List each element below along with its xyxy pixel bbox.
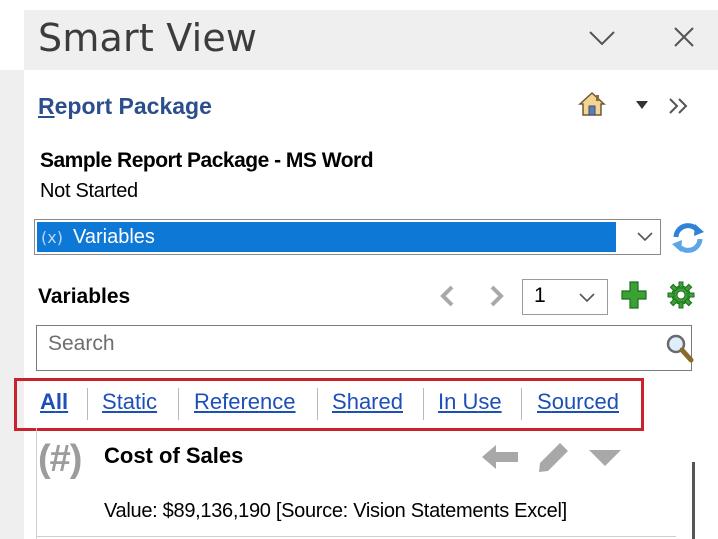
close-icon[interactable] [668, 22, 700, 52]
pane-left-border [0, 70, 24, 539]
card-bottom-divider [36, 536, 676, 537]
arrow-left-icon[interactable] [480, 442, 520, 472]
tab-all[interactable]: All [40, 389, 68, 415]
variable-value: Value: $89,136,190 [Source: Vision State… [104, 500, 567, 522]
tab-separator [87, 388, 88, 420]
next-page-icon[interactable] [486, 284, 508, 308]
report-package-link[interactable]: Report Package [38, 93, 212, 120]
double-chevron-right-icon[interactable] [666, 96, 692, 116]
report-package-status: Not Started [40, 180, 138, 202]
tab-in-use[interactable]: In Use [438, 389, 502, 415]
chevron-down-icon[interactable] [636, 230, 654, 244]
page-number-value: 1 [534, 284, 546, 307]
search-input[interactable] [36, 325, 692, 371]
previous-page-icon[interactable] [436, 284, 458, 308]
variables-icon: (x) [41, 228, 63, 247]
tab-separator [423, 388, 424, 420]
gear-icon[interactable] [666, 280, 696, 310]
tab-shared[interactable]: Shared [332, 389, 403, 415]
search-placeholder: Search [48, 332, 115, 355]
tab-static[interactable]: Static [102, 389, 157, 415]
tab-sourced[interactable]: Sourced [537, 389, 619, 415]
chevron-down-icon[interactable] [584, 24, 620, 52]
report-package-link-text: eport Package [54, 93, 212, 119]
dropdown-selected-value[interactable]: Variables [37, 222, 616, 252]
tab-separator [521, 388, 522, 420]
numeric-variable-icon: (#) [38, 438, 82, 480]
variables-section-label: Variables [38, 285, 131, 308]
card-divider [36, 428, 37, 539]
home-icon[interactable] [578, 90, 606, 118]
tab-separator [317, 388, 318, 420]
pane-title: Smart View [38, 16, 258, 60]
tab-reference[interactable]: Reference [194, 389, 296, 415]
chevron-down-icon[interactable] [578, 291, 596, 305]
report-package-link-accelerator: R [38, 93, 55, 119]
caret-down-icon[interactable] [588, 448, 622, 468]
tab-separator [178, 388, 179, 420]
svg-text:(x): (x) [41, 228, 63, 247]
scrollbar[interactable] [692, 462, 695, 539]
report-package-name: Sample Report Package - MS Word [40, 149, 374, 172]
caret-down-icon[interactable] [636, 100, 648, 110]
pencil-icon[interactable] [536, 440, 572, 474]
add-icon[interactable] [620, 280, 648, 310]
refresh-icon[interactable] [668, 220, 708, 256]
search-icon[interactable] [664, 332, 694, 364]
variable-name[interactable]: Cost of Sales [104, 443, 243, 469]
